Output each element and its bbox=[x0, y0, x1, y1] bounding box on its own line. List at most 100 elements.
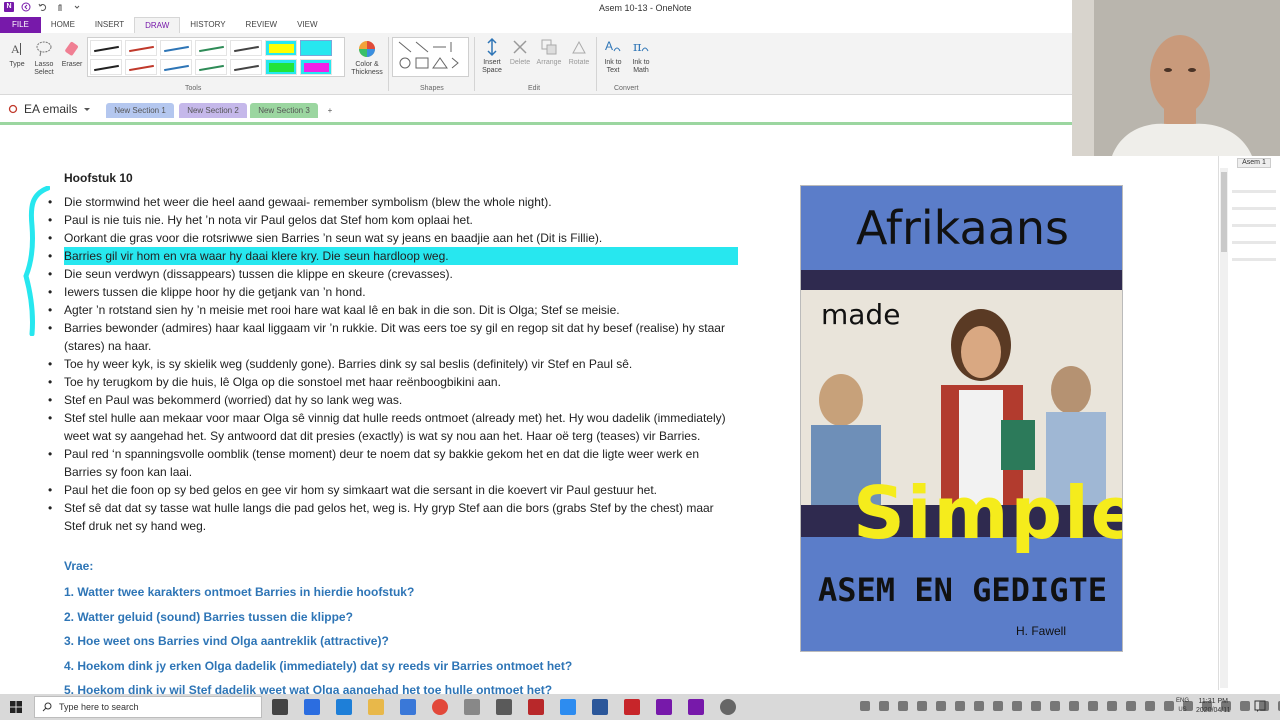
summary-bullets: • Die stormwind het weer die heel aand ge… bbox=[48, 193, 738, 535]
tab-view[interactable]: VIEW bbox=[287, 17, 327, 33]
back-icon[interactable] bbox=[21, 2, 31, 12]
delete-button[interactable]: Delete bbox=[507, 37, 533, 67]
highlighter-yellow[interactable] bbox=[265, 40, 297, 56]
shapes-icon bbox=[398, 41, 459, 69]
windows-start-icon[interactable] bbox=[10, 701, 22, 713]
acrobat-icon[interactable] bbox=[624, 699, 640, 715]
tray-icon[interactable] bbox=[1050, 701, 1060, 711]
taskbar-search[interactable]: Type here to search bbox=[34, 696, 262, 718]
notebook-selector[interactable]: EA emails bbox=[8, 102, 91, 116]
pdf-reader-icon[interactable] bbox=[528, 699, 544, 715]
shapes-gallery[interactable] bbox=[392, 37, 469, 77]
bullet-text: Paul is nie tuis nie. Hy het ’n nota vir… bbox=[64, 213, 473, 227]
touch-icon[interactable] bbox=[464, 699, 480, 715]
question-item: 1. Watter twee karakters ontmoet Barries… bbox=[64, 585, 415, 599]
highlighter-cyan[interactable] bbox=[300, 40, 332, 56]
rotate-button[interactable]: Rotate bbox=[566, 37, 592, 67]
section-tab-2[interactable]: New Section 2 bbox=[179, 103, 247, 118]
delete-icon bbox=[513, 40, 527, 54]
pen-black-1[interactable] bbox=[90, 40, 122, 56]
arrange-button[interactable]: Arrange bbox=[534, 37, 564, 67]
tray-icon[interactable] bbox=[1145, 701, 1155, 711]
page-tab[interactable]: Asem 1 bbox=[1237, 158, 1271, 168]
onenote-taskbar-icon[interactable] bbox=[656, 699, 672, 715]
taskbar-clock[interactable]: 11:31 PM 2020/04/11 bbox=[1196, 697, 1231, 715]
tray-icon[interactable] bbox=[974, 701, 984, 711]
tab-home[interactable]: HOME bbox=[41, 17, 85, 33]
type-button[interactable]: A Type bbox=[6, 39, 28, 69]
app-icon[interactable] bbox=[496, 699, 512, 715]
tray-icon[interactable] bbox=[993, 701, 1003, 711]
zoom-app-icon[interactable] bbox=[304, 699, 320, 715]
tray-icon[interactable] bbox=[1240, 701, 1250, 711]
settings-icon[interactable] bbox=[720, 699, 736, 715]
tray-icon[interactable] bbox=[1031, 701, 1041, 711]
tray-icon[interactable] bbox=[860, 701, 870, 711]
ink-to-text-button[interactable]: A Ink to Text bbox=[600, 37, 626, 75]
color-thickness-button[interactable]: Color & Thickness bbox=[349, 39, 385, 77]
undo-icon[interactable] bbox=[38, 2, 48, 12]
pen-gallery[interactable] bbox=[87, 37, 345, 77]
list-item: • Agter ’n rotstand sien hy ’n meisie met… bbox=[48, 301, 738, 319]
pen-black-2[interactable] bbox=[230, 40, 262, 56]
scrollbar-thumb[interactable] bbox=[1221, 172, 1227, 252]
tray-icon[interactable] bbox=[955, 701, 965, 711]
tab-draw[interactable]: DRAW bbox=[134, 17, 181, 33]
tray-icon[interactable] bbox=[1126, 701, 1136, 711]
pen-black-4[interactable] bbox=[230, 59, 262, 75]
store-icon[interactable] bbox=[400, 699, 416, 715]
tray-icon[interactable] bbox=[898, 701, 908, 711]
pen-green-1[interactable] bbox=[195, 40, 227, 56]
bullet-text: Stef en Paul was bekommerd (worried) dat… bbox=[64, 393, 403, 407]
tab-insert[interactable]: INSERT bbox=[85, 17, 134, 33]
tab-file[interactable]: FILE bbox=[0, 17, 41, 33]
pen-blue-1[interactable] bbox=[160, 40, 192, 56]
tab-review[interactable]: REVIEW bbox=[236, 17, 288, 33]
eraser-button[interactable]: Eraser bbox=[60, 39, 84, 69]
tray-icon[interactable] bbox=[1088, 701, 1098, 711]
edge-browser-icon[interactable] bbox=[336, 699, 352, 715]
list-item: • Stef sê dat dat sy tasse wat hulle lang… bbox=[48, 499, 738, 535]
language-indicator[interactable]: ENG US bbox=[1176, 697, 1189, 715]
onenote-2-taskbar-icon[interactable] bbox=[688, 699, 704, 715]
tray-icon[interactable] bbox=[936, 701, 946, 711]
add-section-button[interactable]: + bbox=[322, 103, 338, 118]
section-tab-3[interactable]: New Section 3 bbox=[250, 103, 318, 118]
customize-toolbar-icon[interactable] bbox=[72, 2, 82, 12]
group-separator bbox=[596, 37, 597, 91]
notifications-icon[interactable] bbox=[1254, 700, 1266, 712]
touch-mode-icon[interactable] bbox=[55, 2, 65, 12]
pen-green-2[interactable] bbox=[195, 59, 227, 75]
highlighter-magenta[interactable] bbox=[300, 59, 332, 75]
vertical-scrollbar[interactable] bbox=[1220, 168, 1228, 688]
cover-band bbox=[801, 270, 1122, 290]
pen-red-1[interactable] bbox=[125, 40, 157, 56]
page-entry bbox=[1232, 224, 1276, 227]
bullet-text: Toe hy terugkom by die huis, lê Olga op … bbox=[64, 375, 501, 389]
insert-space-button[interactable]: Insert Space bbox=[478, 37, 506, 75]
pen-red-2[interactable] bbox=[125, 59, 157, 75]
word-icon[interactable] bbox=[592, 699, 608, 715]
video-call-icon[interactable] bbox=[560, 699, 576, 715]
eraser-icon bbox=[65, 42, 78, 56]
tab-history[interactable]: HISTORY bbox=[180, 17, 235, 33]
svg-text:π: π bbox=[633, 40, 642, 55]
tray-icon[interactable] bbox=[1107, 701, 1117, 711]
ink-to-math-button[interactable]: π Ink to Math bbox=[628, 37, 654, 75]
chrome-icon[interactable] bbox=[432, 699, 448, 715]
task-view-icon[interactable] bbox=[272, 699, 288, 715]
tray-icon[interactable] bbox=[1069, 701, 1079, 711]
tray-icon[interactable] bbox=[917, 701, 927, 711]
tools-group-label: Tools bbox=[185, 85, 202, 92]
pen-black-3[interactable] bbox=[90, 59, 122, 75]
tray-icon[interactable] bbox=[1012, 701, 1022, 711]
tray-icon[interactable] bbox=[1164, 701, 1174, 711]
section-tab-1[interactable]: New Section 1 bbox=[106, 103, 174, 118]
ink-to-text-icon: A bbox=[605, 39, 621, 53]
tray-icon[interactable] bbox=[879, 701, 889, 711]
bullet-text: Paul red ‘n spanningsvolle oomblik (tens… bbox=[64, 447, 700, 479]
highlighter-green[interactable] bbox=[265, 59, 297, 75]
pen-blue-2[interactable] bbox=[160, 59, 192, 75]
file-explorer-icon[interactable] bbox=[368, 699, 384, 715]
lasso-select-button[interactable]: Lasso Select bbox=[31, 39, 57, 77]
